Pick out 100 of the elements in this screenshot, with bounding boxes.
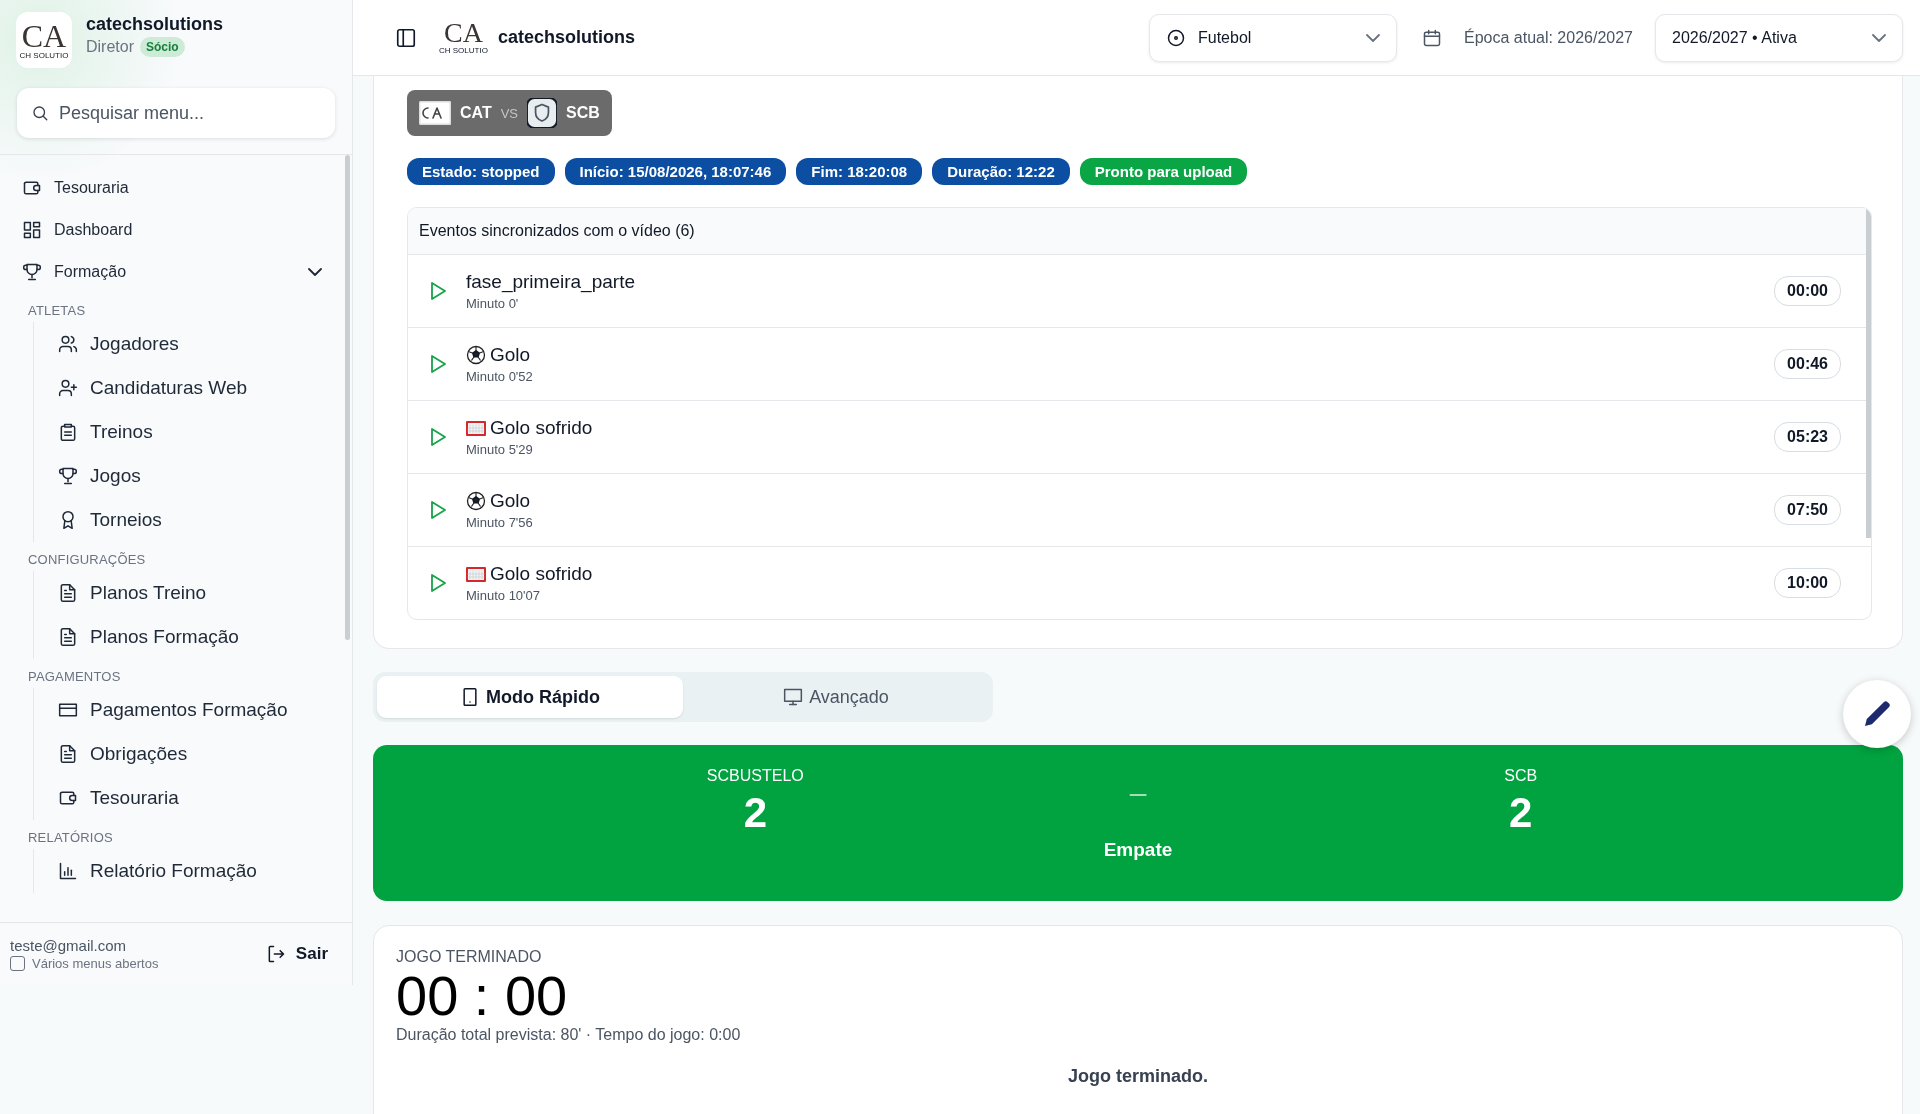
versus-label: VS	[500, 105, 519, 121]
event-title: Golo sofrido	[490, 417, 593, 439]
event-minute: Minuto 0'	[466, 296, 520, 311]
scrollbar[interactable]	[345, 155, 350, 640]
section-heading: RELATÓRIOS	[27, 829, 114, 847]
document-icon	[58, 583, 78, 603]
menu-item[interactable]: Relatório Formação	[58, 849, 352, 893]
team-code: SCB	[566, 104, 600, 122]
user-email: teste@gmail.com	[10, 937, 128, 954]
goal-net-icon	[466, 418, 486, 438]
status-badge: Duração: 12:22	[932, 158, 1070, 185]
search-field[interactable]: Pesquisar menu...	[17, 88, 335, 138]
calendar-icon	[1421, 27, 1442, 48]
menu-item[interactable]: Jogadores	[58, 322, 352, 366]
score-separator: –	[1129, 775, 1147, 811]
wallet-icon	[22, 178, 42, 198]
card-icon	[58, 700, 78, 720]
menu-item[interactable]: Candidaturas Web	[58, 366, 352, 410]
status-badge: Início: 15/08/2026, 18:07:46	[564, 158, 787, 185]
goal-net-icon	[466, 564, 486, 584]
brand-name: catechsolutions	[497, 27, 635, 48]
menu-item[interactable]: Treinos	[58, 410, 352, 454]
team-name: SCBUSTELO	[706, 767, 804, 785]
people-icon	[58, 334, 78, 354]
role-badge: Sócio	[140, 37, 185, 57]
soccer-ball-icon	[466, 345, 486, 365]
menu-item[interactable]: Formação	[22, 251, 352, 293]
timestamp-chip[interactable]: 07:50	[1774, 495, 1841, 525]
timestamp-chip[interactable]: 00:00	[1774, 276, 1841, 306]
timestamp-chip[interactable]: 05:23	[1774, 422, 1841, 452]
menu-item[interactable]: Dashboard	[22, 209, 352, 251]
event-title: fase_primeira_parte	[466, 271, 635, 293]
edit-button[interactable]	[1843, 680, 1911, 748]
logo-caption: CH SOLUTIO	[19, 50, 69, 60]
season-label: Época atual: 2026/2027	[1463, 28, 1633, 47]
menu-item[interactable]: Planos Treino	[58, 571, 352, 615]
timestamp-chip[interactable]: 10:00	[1774, 568, 1841, 598]
team-logo-icon	[419, 101, 451, 125]
scrollbar[interactable]	[1866, 208, 1871, 538]
timer-details: Duração total prevista: 80' · Tempo do jogo: 0:00	[396, 1026, 742, 1044]
target-icon	[1165, 27, 1186, 48]
menu-item[interactable]: Planos Formação	[58, 615, 352, 659]
menu-item[interactable]: Torneios	[58, 498, 352, 542]
document-icon	[58, 744, 78, 764]
event-minute: Minuto 10'07	[466, 588, 542, 603]
events-title: Eventos sincronizados com o vídeo (6)	[419, 222, 695, 240]
section-heading: CONFIGURAÇÕES	[27, 551, 147, 569]
mode-tab[interactable]: Avançado	[683, 676, 989, 718]
logo-letters: CA	[444, 20, 483, 46]
brand-name: catechsolutions	[86, 14, 224, 35]
team-score: 2	[743, 789, 767, 837]
sport-select[interactable]: Futebol	[1148, 13, 1397, 62]
event-title: Golo	[490, 344, 531, 366]
logo-caption: CH SOLUTIO	[439, 46, 488, 55]
event-title: Golo	[490, 490, 531, 512]
event-title: Golo sofrido	[490, 563, 593, 585]
trophy-icon	[58, 466, 78, 486]
event-minute: Minuto 5'29	[466, 442, 534, 457]
chevron-down-icon	[1365, 33, 1380, 42]
mode-tab[interactable]: Modo Rápido	[377, 676, 683, 718]
timer-label: JOGO TERMINADO	[396, 948, 543, 966]
checkbox[interactable]	[10, 956, 25, 971]
event-minute: Minuto 0'52	[466, 369, 534, 384]
grid-icon	[22, 220, 42, 240]
menu-item[interactable]: Jogos	[58, 454, 352, 498]
menu-item[interactable]: Tesouraria	[58, 776, 352, 820]
trophy-icon	[22, 262, 42, 282]
team-name: SCB	[1504, 767, 1538, 785]
status-badge: Pronto para upload	[1079, 158, 1248, 185]
logout-button[interactable]: Sair	[259, 943, 334, 965]
checkbox-label: Vários menus abertos	[32, 956, 159, 971]
section-heading: PAGAMENTOS	[27, 668, 122, 686]
season-select[interactable]: 2026/2027 • Ativa	[1655, 13, 1903, 62]
clipboard-icon	[58, 422, 78, 442]
soccer-ball-icon	[466, 491, 486, 511]
logo-letters: CA	[21, 20, 67, 51]
chevron-down-icon	[1872, 33, 1886, 42]
search-icon	[31, 104, 49, 122]
timer-display: 00 : 00	[396, 966, 569, 1026]
menu-item[interactable]: Obrigações	[58, 732, 352, 776]
status-message: Jogo terminado.	[1068, 1066, 1208, 1087]
document-icon	[58, 627, 78, 647]
wallet-icon	[58, 788, 78, 808]
shield-icon	[527, 98, 558, 128]
timestamp-chip[interactable]: 00:46	[1774, 349, 1841, 379]
match-result: Empate	[1103, 839, 1173, 861]
menu-item[interactable]: Pagamentos Formação	[58, 688, 352, 732]
menu-item[interactable]: Tesouraria	[22, 167, 352, 209]
team-code: CAT	[460, 104, 492, 122]
status-badge: Fim: 18:20:08	[796, 158, 923, 185]
tablet-icon	[460, 687, 480, 707]
monitor-icon	[783, 687, 804, 707]
team-score: 2	[1508, 789, 1533, 837]
section-heading: ATLETAS	[27, 302, 87, 320]
person-plus-icon	[58, 378, 78, 398]
bar-chart-icon	[58, 861, 78, 881]
user-role: Diretor	[86, 38, 134, 56]
sidebar-toggle-icon[interactable]	[395, 26, 417, 49]
status-badge: Estado: stopped	[407, 158, 555, 185]
event-minute: Minuto 7'56	[466, 515, 534, 530]
